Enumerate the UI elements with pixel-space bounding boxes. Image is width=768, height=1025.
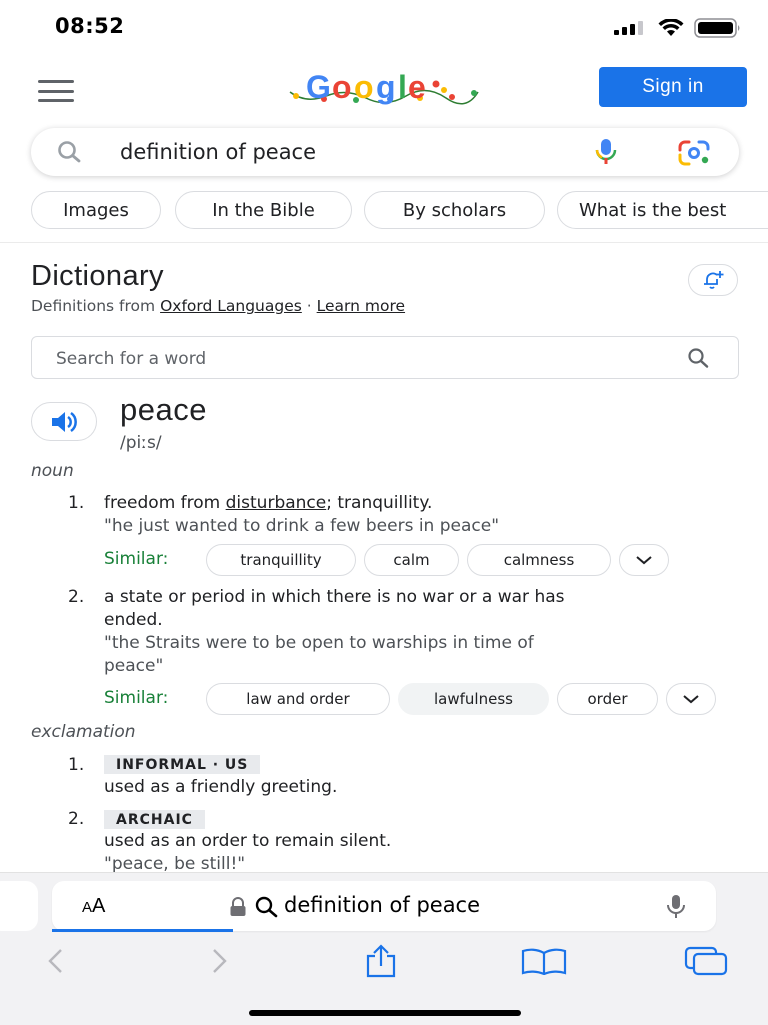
section-divider: [0, 242, 768, 243]
example-text: "he just wanted to drink a few beers in …: [104, 516, 500, 536]
chip-what-is-the-best[interactable]: What is the best: [557, 191, 768, 229]
definition-text: used as an order to remain silent.: [104, 831, 392, 851]
sense-number: 2.: [68, 809, 85, 829]
chip-by-scholars[interactable]: By scholars: [364, 191, 545, 229]
headword: peace: [120, 392, 207, 427]
definition-text: freedom from disturbance; tranquillity.: [104, 492, 744, 515]
similar-chip[interactable]: lawfulness: [398, 683, 549, 715]
cellular-signal-icon: [614, 21, 643, 35]
word-search-icon[interactable]: [686, 347, 712, 369]
definition-part: ; tranquillity.: [326, 493, 433, 513]
sign-in-button[interactable]: Sign in: [599, 67, 747, 107]
definition-part: freedom from: [104, 493, 226, 513]
aa-small: A: [82, 899, 93, 916]
chevron-right-icon: [213, 949, 227, 973]
bell-add-icon: [704, 271, 724, 289]
disturbance-link[interactable]: disturbance: [226, 493, 327, 513]
chevron-down-icon: [683, 695, 699, 704]
usage-label-badge: ARCHAIC: [104, 810, 205, 829]
search-icon: [255, 896, 278, 918]
lock-icon: [230, 897, 246, 916]
chip-in-the-bible[interactable]: In the Bible: [175, 191, 352, 229]
bookmarks-button[interactable]: [520, 944, 568, 978]
svg-text:l: l: [398, 69, 407, 105]
example-line: peace": [104, 656, 164, 676]
chip-images[interactable]: Images: [31, 191, 161, 229]
oxford-languages-link[interactable]: Oxford Languages: [160, 297, 302, 315]
previous-tab-preview[interactable]: [0, 881, 38, 931]
search-icon: [58, 141, 81, 163]
dictionary-source: Definitions from Oxford Languages · Lear…: [31, 297, 405, 315]
address-bar-text[interactable]: definition of peace: [284, 893, 480, 917]
dictionary-title: Dictionary: [31, 260, 164, 292]
similar-label: Similar:: [104, 549, 169, 569]
sense-number: 2.: [68, 587, 85, 607]
svg-text:o: o: [354, 69, 374, 105]
part-of-speech-noun: noun: [31, 461, 74, 481]
tabs-button[interactable]: [684, 944, 728, 978]
similar-label: Similar:: [104, 688, 169, 708]
home-indicator: [249, 1010, 521, 1016]
battery-icon: [694, 18, 740, 38]
definition-line: ended.: [104, 610, 163, 630]
source-separator: ·: [306, 297, 312, 315]
google-lens-icon[interactable]: [676, 140, 712, 166]
svg-text:e: e: [408, 69, 426, 105]
chevron-left-icon: [48, 949, 62, 973]
source-prefix: Definitions from: [31, 297, 156, 315]
definition-line: a state or period in which there is no w…: [104, 587, 565, 607]
forward-button[interactable]: [205, 944, 235, 978]
expand-similar-button[interactable]: [619, 544, 669, 576]
aa-large: A: [92, 895, 106, 917]
usage-label-badge: INFORMAL · US: [104, 755, 261, 774]
speaker-icon: [52, 411, 77, 432]
similar-chip[interactable]: calmness: [467, 544, 611, 576]
definition-text: used as a friendly greeting.: [104, 777, 338, 797]
svg-text:G: G: [306, 69, 331, 105]
add-to-collection-button[interactable]: [688, 264, 738, 296]
similar-chip[interactable]: calm: [364, 544, 459, 576]
similar-chip[interactable]: tranquillity: [206, 544, 356, 576]
word-search-field[interactable]: [31, 336, 739, 379]
search-query-text[interactable]: definition of peace: [120, 140, 316, 164]
menu-line: [38, 89, 74, 93]
tabs-icon: [684, 946, 728, 976]
sense-number: 1.: [68, 755, 85, 775]
book-icon: [521, 948, 567, 975]
part-of-speech-exclamation: exclamation: [31, 722, 136, 742]
similar-chip[interactable]: law and order: [206, 683, 390, 715]
phonetic: /piːs/: [120, 433, 162, 453]
svg-text:o: o: [332, 69, 352, 105]
dictation-mic-icon[interactable]: [664, 893, 688, 921]
learn-more-link[interactable]: Learn more: [317, 297, 405, 315]
menu-line: [38, 80, 74, 83]
voice-search-mic-icon[interactable]: [590, 138, 622, 166]
word-search-input[interactable]: [54, 345, 658, 373]
sense-number: 1.: [68, 493, 85, 513]
status-icons: [614, 18, 742, 38]
menu-line: [38, 99, 74, 102]
wifi-icon: [658, 19, 684, 36]
page-load-progress: [52, 929, 233, 932]
menu-button[interactable]: [38, 80, 74, 102]
similar-chip[interactable]: order: [557, 683, 658, 715]
svg-text:g: g: [376, 69, 396, 105]
back-button[interactable]: [40, 944, 70, 978]
share-button[interactable]: [360, 944, 402, 978]
status-time: 08:52: [55, 14, 125, 38]
share-icon: [366, 944, 396, 978]
google-doodle-logo[interactable]: G o o g l e: [286, 66, 482, 110]
pronunciation-button[interactable]: [31, 402, 97, 441]
page-settings-button[interactable]: AA: [82, 895, 105, 918]
example-line: "the Straits were to be open to warships…: [104, 633, 534, 653]
expand-similar-button[interactable]: [666, 683, 716, 715]
chevron-down-icon: [636, 556, 652, 565]
